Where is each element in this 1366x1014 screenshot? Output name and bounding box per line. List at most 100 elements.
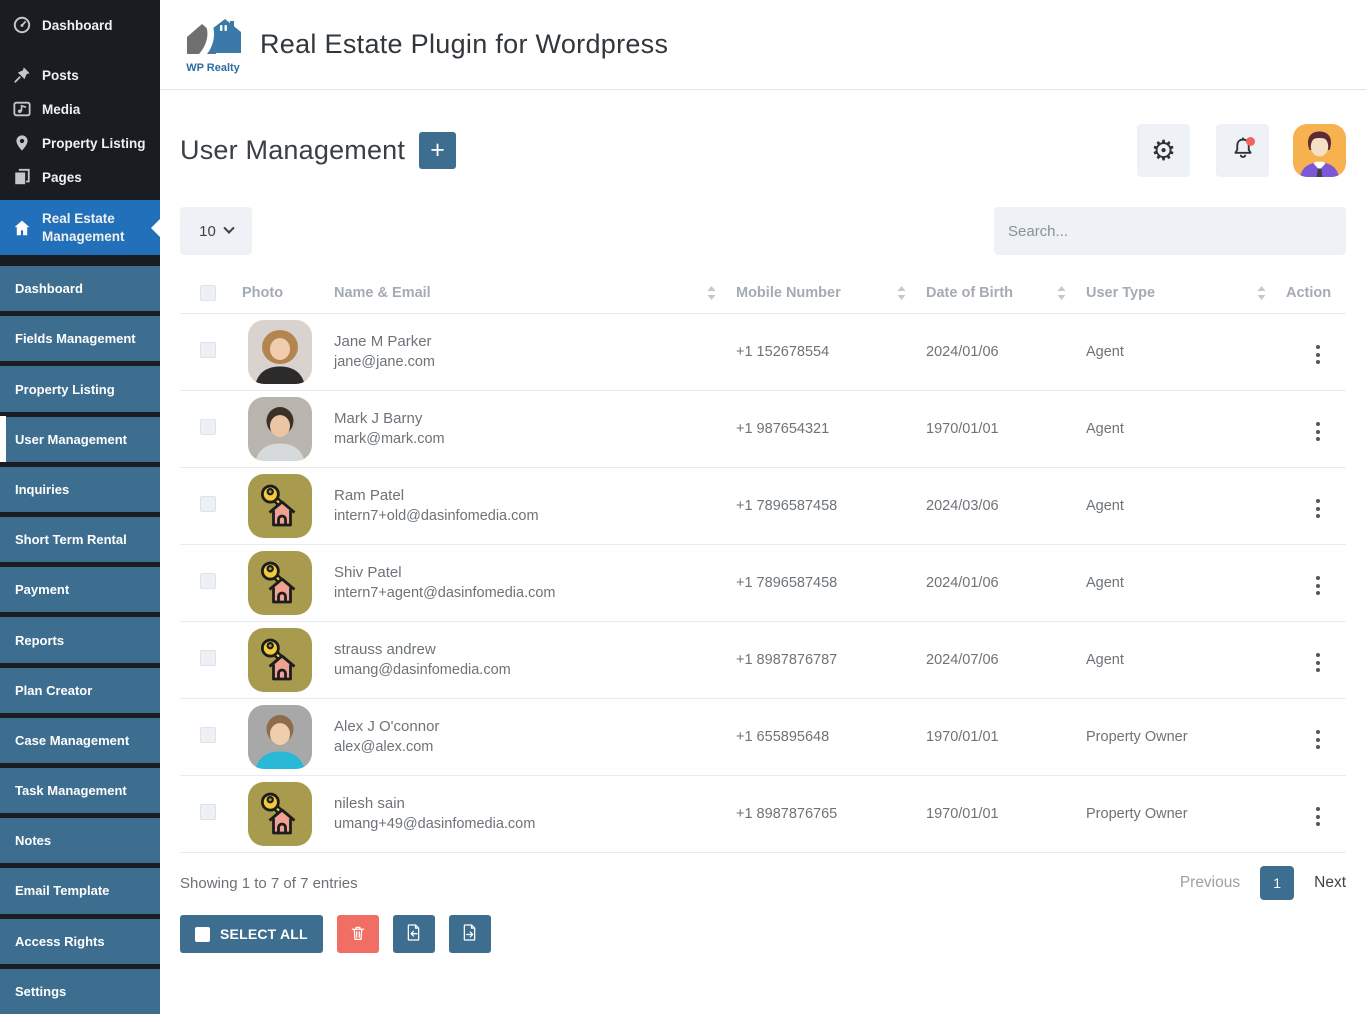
app-header: WP Realty Real Estate Plugin for Wordpre… <box>160 0 1366 90</box>
submenu-item-case-management[interactable]: Case Management <box>0 712 160 763</box>
submenu-item-user-management[interactable]: User Management <box>0 411 160 464</box>
sort-icon[interactable] <box>1257 286 1266 300</box>
settings-button[interactable]: ⚙ <box>1137 124 1190 177</box>
submenu-item-access-rights[interactable]: Access Rights <box>0 913 160 964</box>
submenu-item-short-term-rental[interactable]: Short Term Rental <box>0 512 160 563</box>
user-email: intern7+old@dasinfomedia.com <box>334 508 539 525</box>
kebab-menu-icon[interactable] <box>1312 495 1324 522</box>
add-user-button[interactable]: + <box>419 132 457 169</box>
submenu-item-label: Fields Management <box>15 331 136 347</box>
column-user-type[interactable]: User Type <box>1086 285 1286 301</box>
submenu-item-fields-management[interactable]: Fields Management <box>0 311 160 362</box>
sidebar-item-real-estate-management[interactable]: Real Estate Management <box>0 200 160 256</box>
page-number-button[interactable]: 1 <box>1260 866 1295 900</box>
user-name: Jane M Parker <box>334 332 432 350</box>
column-name-email[interactable]: Name & Email <box>334 285 736 301</box>
table-footer: Showing 1 to 7 of 7 entries Previous 1 N… <box>180 853 1346 913</box>
submenu-item-payment[interactable]: Payment <box>0 562 160 613</box>
submenu-item-dashboard[interactable]: Dashboard <box>0 261 160 312</box>
submenu-item-property-listing[interactable]: Property Listing <box>0 361 160 412</box>
submenu-item-task-management[interactable]: Task Management <box>0 762 160 814</box>
user-email: alex@alex.com <box>334 739 434 756</box>
row-name-cell: Jane M Parker jane@jane.com <box>334 331 736 374</box>
kebab-menu-icon[interactable] <box>1312 803 1324 830</box>
select-all-button[interactable]: SELECT ALL <box>180 915 323 953</box>
delete-selected-button[interactable] <box>336 915 379 953</box>
submenu-item-notes[interactable]: Notes <box>0 813 160 864</box>
row-select-cell <box>180 649 224 671</box>
sidebar-item-pages[interactable]: Pages <box>0 160 160 194</box>
user-dob: 2024/07/06 <box>926 652 999 668</box>
sidebar-item-label: Media <box>42 101 81 117</box>
row-checkbox[interactable] <box>200 341 216 358</box>
table-body: Jane M Parker jane@jane.com +1 152678554… <box>180 313 1346 853</box>
sidebar-item-dashboard[interactable]: Dashboard <box>0 8 160 42</box>
sidebar-item-property-listing[interactable]: Property Listing <box>0 126 160 160</box>
kebab-menu-icon[interactable] <box>1312 418 1324 445</box>
column-mobile-number[interactable]: Mobile Number <box>736 285 926 301</box>
sort-icon[interactable] <box>897 286 906 300</box>
row-checkbox[interactable] <box>200 572 216 589</box>
kebab-menu-icon[interactable] <box>1312 726 1324 753</box>
wp-realty-logo[interactable]: WP Realty <box>182 16 244 74</box>
row-select-cell <box>180 418 224 440</box>
profile-avatar-image <box>1293 124 1346 177</box>
export-button[interactable] <box>448 915 491 953</box>
row-name-cell: Alex J O'connor alex@alex.com <box>334 716 736 759</box>
submenu-item-label: Email Template <box>15 883 110 899</box>
user-dob: 1970/01/01 <box>926 729 999 745</box>
page-size-value: 10 <box>199 222 216 240</box>
row-checkbox[interactable] <box>200 803 216 820</box>
next-page-button[interactable]: Next <box>1314 874 1346 892</box>
submenu-item-reports[interactable]: Reports <box>0 612 160 663</box>
row-name-cell: Mark J Barny mark@mark.com <box>334 408 736 451</box>
search-input[interactable] <box>994 207 1346 255</box>
row-checkbox[interactable] <box>200 726 216 743</box>
previous-page-button[interactable]: Previous <box>1180 874 1240 892</box>
house-icon <box>12 219 32 237</box>
sidebar-item-media[interactable]: Media <box>0 92 160 126</box>
submenu-item-settings[interactable]: Settings <box>0 963 160 1014</box>
header-select-cell <box>180 285 224 301</box>
row-name-cell: nilesh sain umang+49@dasinfomedia.com <box>334 793 736 836</box>
user-mobile: +1 7896587458 <box>736 498 838 514</box>
row-checkbox[interactable] <box>200 418 216 435</box>
submenu-item-label: Plan Creator <box>15 682 93 698</box>
submenu-item-plan-creator[interactable]: Plan Creator <box>0 662 160 713</box>
row-name-cell: Shiv Patel intern7+agent@dasinfomedia.co… <box>334 562 736 605</box>
sort-icon[interactable] <box>707 286 716 300</box>
kebab-menu-icon[interactable] <box>1312 572 1324 599</box>
kebab-menu-icon[interactable] <box>1312 649 1324 676</box>
page-size-select[interactable]: 10 <box>180 207 252 255</box>
table-row: Ram Patel intern7+old@dasinfomedia.com +… <box>180 467 1346 544</box>
row-action-cell <box>1286 721 1346 753</box>
sort-icon[interactable] <box>1057 286 1066 300</box>
import-button[interactable] <box>392 915 435 953</box>
submenu-item-email-template[interactable]: Email Template <box>0 863 160 914</box>
user-mobile: +1 7896587458 <box>736 575 838 591</box>
row-name-cell: Ram Patel intern7+old@dasinfomedia.com <box>334 485 736 528</box>
submenu-item-label: Inquiries <box>15 481 70 497</box>
submenu-item-label: Access Rights <box>15 933 105 949</box>
user-email: intern7+agent@dasinfomedia.com <box>334 585 556 602</box>
profile-avatar[interactable] <box>1293 124 1346 177</box>
user-type: Agent <box>1086 344 1124 360</box>
notifications-button[interactable] <box>1216 124 1269 177</box>
kebab-menu-icon[interactable] <box>1312 341 1324 368</box>
header-actions: ⚙ <box>1111 124 1346 177</box>
wp-realty-logo-icon <box>185 16 241 61</box>
submenu-item-inquiries[interactable]: Inquiries <box>0 461 160 513</box>
row-checkbox[interactable] <box>200 495 216 512</box>
user-type: Property Owner <box>1086 729 1188 745</box>
user-dob: 1970/01/01 <box>926 421 999 437</box>
submenu-item-label: Dashboard <box>15 281 83 297</box>
user-photo <box>248 397 312 461</box>
row-checkbox[interactable] <box>200 649 216 666</box>
column-date-of-birth[interactable]: Date of Birth <box>926 285 1086 301</box>
user-photo <box>248 705 312 769</box>
select-all-checkbox-icon <box>195 926 210 942</box>
user-name: Ram Patel <box>334 486 405 504</box>
sidebar-item-posts[interactable]: Posts <box>0 58 160 92</box>
user-photo <box>248 551 312 615</box>
select-all-header-checkbox[interactable] <box>200 285 216 301</box>
